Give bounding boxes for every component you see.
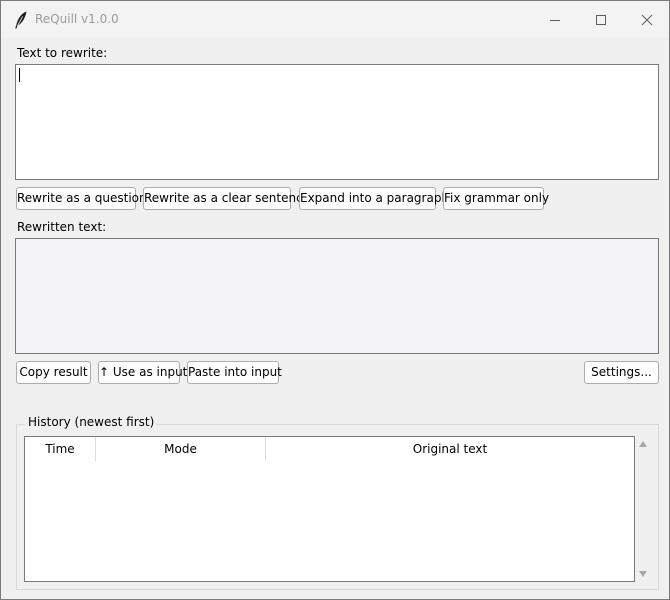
- output-label: Rewritten text:: [17, 220, 107, 234]
- fix-grammar-button[interactable]: Fix grammar only: [443, 187, 549, 210]
- close-icon: [641, 14, 653, 26]
- column-header-original-text[interactable]: Original text: [266, 437, 634, 461]
- column-header-time[interactable]: Time: [25, 437, 95, 461]
- settings-button[interactable]: Settings...: [584, 361, 659, 384]
- paste-into-input-button[interactable]: Paste into input: [187, 361, 282, 384]
- rewrite-clear-sentence-button[interactable]: Rewrite as a clear sentence: [143, 187, 310, 210]
- history-title: History (newest first): [25, 415, 158, 429]
- history-table[interactable]: Time Mode Original text: [24, 436, 635, 582]
- window-title: ReQuill v1.0.0: [35, 12, 119, 26]
- copy-result-button[interactable]: Copy result: [16, 361, 91, 384]
- text-caret: [19, 68, 20, 82]
- rewrite-question-button[interactable]: Rewrite as a question: [16, 187, 147, 210]
- minimize-button[interactable]: [532, 1, 578, 38]
- expand-paragraph-button[interactable]: Expand into a paragraph: [299, 187, 449, 210]
- close-button[interactable]: [624, 1, 669, 38]
- title-bar[interactable]: ReQuill v1.0.0: [1, 1, 669, 38]
- use-as-input-button[interactable]: ↑ Use as input: [98, 361, 187, 384]
- rewrite-input-textarea[interactable]: [15, 64, 659, 180]
- scroll-up-arrow-icon[interactable]: [639, 441, 647, 447]
- maximize-icon: [596, 15, 606, 25]
- rewritten-output-textarea[interactable]: [15, 238, 659, 354]
- minimize-icon: [550, 20, 560, 21]
- quill-icon: [15, 11, 27, 29]
- scroll-down-arrow-icon[interactable]: [639, 571, 647, 577]
- input-label: Text to rewrite:: [17, 46, 108, 60]
- app-window: ReQuill v1.0.0 Text to rewrite: Rewrite …: [0, 0, 670, 600]
- maximize-button[interactable]: [578, 1, 624, 38]
- column-header-mode[interactable]: Mode: [96, 437, 265, 461]
